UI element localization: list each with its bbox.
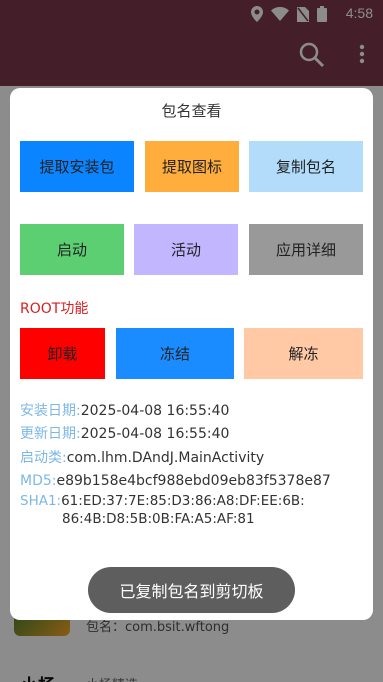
install-date-key: 安装日期: <box>20 403 81 419</box>
sha1-value-line1: 61:ED:37:7E:85:D3:86:A8:DF:EE:6B: <box>61 493 305 509</box>
launch-button[interactable]: 启动 <box>20 224 124 275</box>
dialog-title: 包名查看 <box>161 102 222 120</box>
toast-message: 已复制包名到剪切板 <box>88 567 295 613</box>
app-details-button[interactable]: 应用详细 <box>249 224 363 275</box>
launch-class-key: 启动类: <box>20 450 67 466</box>
sha1-row: SHA1:61:ED:37:7E:85:D3:86:A8:DF:EE:6B: <box>20 492 305 510</box>
freeze-button[interactable]: 冻结 <box>116 328 234 379</box>
sha1-key: SHA1: <box>20 493 62 509</box>
sha1-value-line2: 86:4B:D8:5B:0B:FA:A5:AF:81 <box>62 511 255 527</box>
activities-button[interactable]: 活动 <box>134 224 238 275</box>
launch-class-row: 启动类:com.lhm.DAndJ.MainActivity <box>20 449 264 467</box>
launch-class-value: com.lhm.DAndJ.MainActivity <box>66 450 265 466</box>
uninstall-button[interactable]: 卸载 <box>20 328 105 379</box>
update-date-value: 2025-04-08 16:55:40 <box>80 426 230 442</box>
sha1-row-continued: 86:4B:D8:5B:0B:FA:A5:AF:81 <box>62 510 255 528</box>
package-info-dialog: 包名查看 提取安装包 提取图标 复制包名 启动 活动 应用详细 ROOT功能 卸… <box>10 88 373 620</box>
extract-icon-button[interactable]: 提取图标 <box>145 141 239 192</box>
md5-key: MD5: <box>20 473 57 489</box>
md5-value: e89b158e4bcf988ebd09eb83f5378e87 <box>56 473 331 489</box>
root-section-label: ROOT功能 <box>20 301 89 317</box>
md5-row: MD5:e89b158e4bcf988ebd09eb83f5378e87 <box>20 472 331 490</box>
update-date-key: 更新日期: <box>20 426 81 442</box>
update-date-row: 更新日期:2025-04-08 16:55:40 <box>20 425 229 443</box>
extract-apk-button[interactable]: 提取安装包 <box>20 141 134 192</box>
copy-package-button[interactable]: 复制包名 <box>249 141 363 192</box>
install-date-value: 2025-04-08 16:55:40 <box>80 403 230 419</box>
install-date-row: 安装日期:2025-04-08 16:55:40 <box>20 402 229 420</box>
unfreeze-button[interactable]: 解冻 <box>244 328 363 379</box>
